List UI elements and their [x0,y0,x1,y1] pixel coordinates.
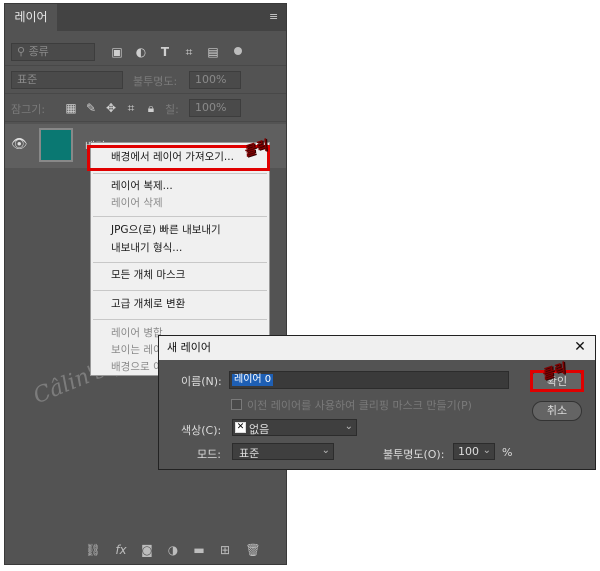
menu-item-object-mask[interactable]: 모든 개체 마스크 [111,267,185,283]
menu-item-export-as[interactable]: 내보내기 형식... [111,240,182,256]
fill-input[interactable]: 100% [189,99,241,117]
tab-layers[interactable]: 레이어 [5,4,57,31]
filter-kind-dropdown[interactable]: ⚲ 종류 [11,43,95,61]
panel-menu-icon[interactable]: ≡ [269,11,280,22]
chevron-down-icon: ⌄ [482,445,491,456]
chevron-down-icon: ⌄ [344,421,353,432]
menu-item-flatten: 배경으로 이 [111,361,163,373]
mode-label: 모드: [197,448,221,461]
lock-position-icon[interactable]: ✥ [103,100,119,116]
eye-icon[interactable]: 👁︎ [11,138,29,152]
mode-dropdown[interactable]: 표준 ⌄ [232,443,334,460]
shape-filter-icon[interactable]: ⌗ [181,44,197,60]
type-filter-icon[interactable]: T [157,44,173,60]
filter-row: ⚲ 종류 ▣ ◐ T ⌗ ▤ [5,38,286,66]
name-input[interactable]: 레이어 0 [229,371,509,389]
close-icon[interactable]: ✕ [573,339,587,355]
lock-all-icon[interactable]: 🔒︎ [143,100,159,116]
panel-tab-bar: 레이어 ≡ [5,4,286,31]
menu-item-convert-smart-object[interactable]: 고급 개체로 변환 [111,296,185,312]
filter-toggle-icon[interactable] [234,47,242,55]
opacity-value: 100 [458,445,479,458]
adjustment-filter-icon[interactable]: ◐ [133,44,149,60]
menu-separator [93,290,267,291]
lock-transparent-icon[interactable]: ▦ [63,100,79,116]
menu-item-merge-visible: 보이는 레이 [111,344,163,356]
fill-label: 칠: [165,103,179,116]
menu-separator [93,216,267,217]
smart-object-filter-icon[interactable]: ▤ [205,44,221,60]
menu-item-delete-layer: 레이어 삭제 [111,197,163,209]
lock-label: 잠그기: [11,103,46,116]
menu-item-duplicate-layer[interactable]: 레이어 복제... [111,178,173,194]
blend-row: 표준 불투명도: 100% [5,66,286,94]
dialog-title: 새 레이어 [159,336,595,360]
chevron-down-icon: ⌄ [321,445,330,456]
opacity-label: 불투명도: [133,75,178,88]
mask-icon[interactable]: ◙ [139,543,155,557]
menu-separator [93,262,267,263]
color-label: 색상(C): [181,424,222,437]
cancel-button[interactable]: 취소 [532,401,582,421]
clip-mask-label: 이전 레이어를 사용하여 클리핑 마스크 만들기(P) [247,399,472,412]
layer-thumbnail [39,128,73,162]
blend-mode-dropdown[interactable]: 표준 [11,71,123,89]
menu-item-merge-layers: 레이어 병합 [111,327,163,339]
lock-row: 잠그기: ▦ ✎ ✥ ⌗ 🔒︎ 칠: 100% [5,94,286,122]
new-layer-icon[interactable]: ⊞ [217,543,233,557]
name-input-value: 레이어 0 [232,374,274,386]
color-dropdown[interactable]: ✕ 없음 ⌄ [232,419,357,436]
panel-bottom-bar: ⛓ fx ◙ ◑ ▬ ⊞ 🗑︎ [5,536,286,564]
mode-value: 표준 [239,447,260,460]
opacity-unit: % [502,446,513,459]
folder-icon[interactable]: ▬ [191,543,207,557]
clip-mask-checkbox[interactable] [231,399,242,410]
no-color-icon: ✕ [235,422,246,433]
link-icon[interactable]: ⛓ [85,543,101,557]
menu-separator [93,173,267,174]
opacity-label: 불투명도(O): [383,448,445,461]
search-icon: ⚲ [17,45,29,58]
new-layer-dialog: 새 레이어 ✕ 이름(N): 레이어 0 이전 레이어를 사용하여 클리핑 마스… [158,335,596,470]
menu-item-quick-export-jpg[interactable]: JPG으(로) 빠른 내보내기 [111,222,221,238]
lock-artboard-icon[interactable]: ⌗ [123,100,139,116]
trash-icon[interactable]: 🗑︎ [245,543,261,557]
pixel-filter-icon[interactable]: ▣ [109,44,125,60]
adjustment-layer-icon[interactable]: ◑ [165,543,181,557]
filter-kind-label: 종류 [28,45,49,58]
opacity-input[interactable]: 100 ⌄ [453,443,495,460]
fx-icon[interactable]: fx [113,543,129,557]
name-label: 이름(N): [181,375,222,388]
opacity-input[interactable]: 100% [189,71,241,89]
menu-separator [93,319,267,320]
lock-pixels-icon[interactable]: ✎ [83,100,99,116]
color-value: 없음 [249,423,270,436]
